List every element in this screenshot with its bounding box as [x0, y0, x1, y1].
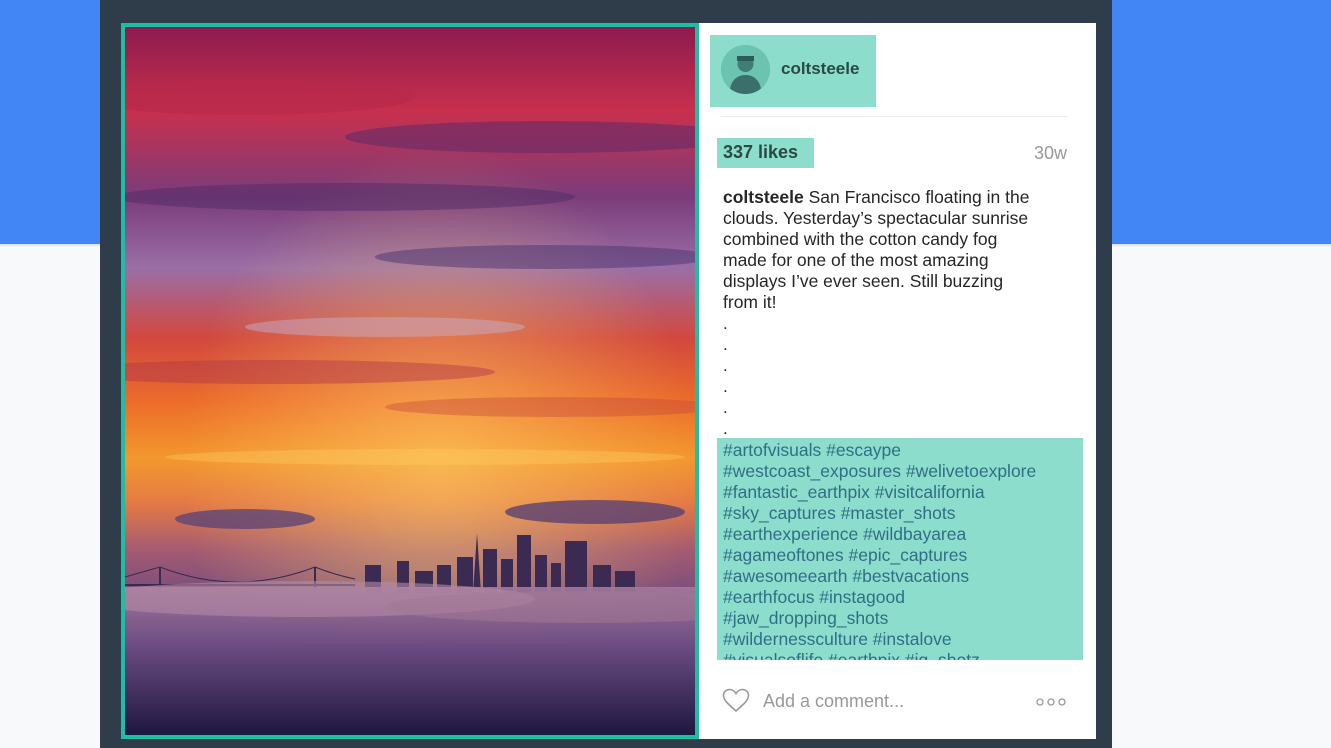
hashtag-line[interactable]: #agameoftones #epic_captures [723, 545, 1079, 566]
header-divider [721, 116, 1068, 117]
caption-dots: . . . . . . [723, 313, 728, 439]
hashtag-line[interactable]: #jaw_dropping_shots [723, 608, 1079, 629]
post-age[interactable]: 30w [1034, 143, 1067, 164]
dot-line: . [723, 377, 728, 396]
dot-line: . [723, 419, 728, 438]
hashtag-line[interactable]: #earthfocus #instagood [723, 587, 1079, 608]
dot-line: . [723, 314, 728, 333]
heart-icon[interactable] [722, 688, 750, 718]
hashtag-line[interactable]: #wildernessculture #instalove [723, 629, 1079, 650]
caption-line: San Francisco floating in the [808, 187, 1030, 207]
post-caption: coltsteele San Francisco floating in the… [723, 187, 1078, 313]
caption-line: from it! [723, 292, 777, 312]
hashtags: #artofvisuals #escaype #westcoast_exposu… [723, 440, 1079, 660]
dot-line: . [723, 335, 728, 354]
hashtag-line[interactable]: #earthexperience #wildbayarea [723, 524, 1079, 545]
avatar[interactable] [721, 45, 770, 94]
caption-author[interactable]: coltsteele [723, 187, 804, 207]
hashtag-line[interactable]: #visualsoflife #earthpix #ig_shotz [723, 650, 1079, 660]
username[interactable]: coltsteele [781, 59, 859, 79]
post-details-panel: coltsteele 337 likes 30w coltsteele San … [699, 23, 1096, 739]
caption-line: combined with the cotton candy fog [723, 229, 998, 249]
hashtag-line[interactable]: #fantastic_earthpix #visitcalifornia [723, 482, 1079, 503]
caption-line: clouds. Yesterday’s spectacular sunrise [723, 208, 1029, 228]
likes-count[interactable]: 337 likes [723, 142, 798, 163]
dot-line: . [723, 356, 728, 375]
more-options-icon[interactable] [1036, 694, 1066, 712]
hashtag-line[interactable]: #awesomeearth #bestvacations [723, 566, 1079, 587]
caption-line: made for one of the most amazing [723, 250, 989, 270]
caption-line: displays I’ve ever seen. Still buzzing [723, 271, 1004, 291]
user-avatar-image [721, 45, 770, 94]
hashtag-line[interactable]: #sky_captures #master_shots [723, 503, 1079, 524]
hashtags-block: #artofvisuals #escaype #westcoast_exposu… [717, 438, 1083, 660]
hashtag-line[interactable]: #westcoast_exposures #welivetoexplore [723, 461, 1079, 482]
hashtag-line[interactable]: #artofvisuals #escaype [723, 440, 1079, 461]
comment-input[interactable] [763, 689, 1023, 713]
post-photo[interactable] [121, 23, 699, 739]
dot-line: . [723, 398, 728, 417]
comment-row [699, 678, 1096, 722]
sunrise-skyline-image [125, 27, 695, 735]
